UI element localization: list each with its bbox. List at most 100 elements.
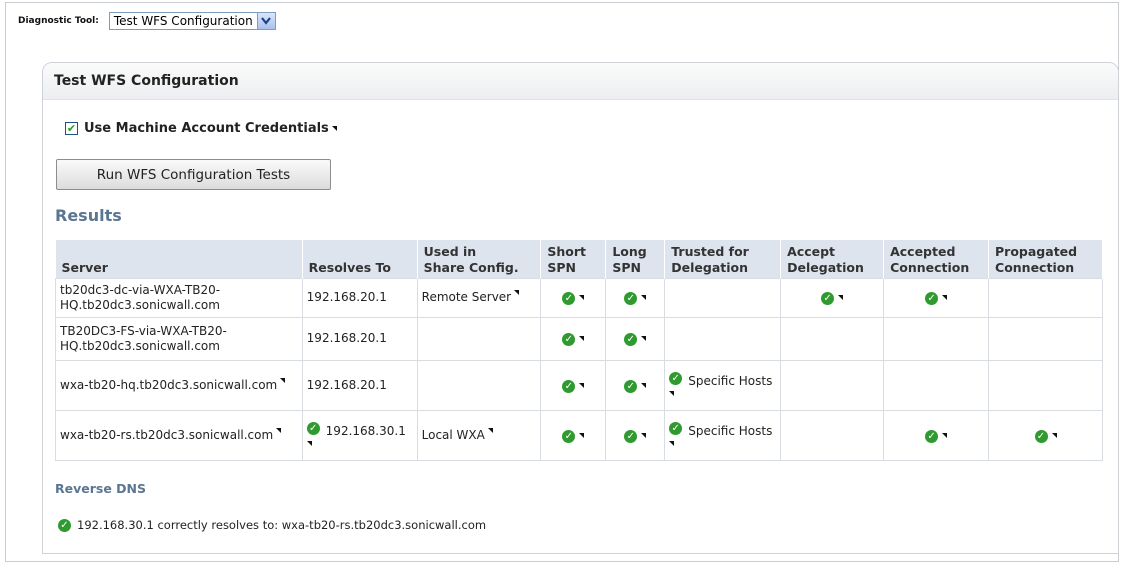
- accept-delegation-cell: [780, 316, 885, 361]
- run-wfs-tests-button[interactable]: Run WFS Configuration Tests: [56, 159, 331, 190]
- table-row: tb20dc3-dc-via-WXA-TB20- HQ.tb20dc3.sonic…: [55, 277, 1103, 318]
- long-spn-cell: ✓: [605, 277, 666, 318]
- propagated-connection-cell: [988, 277, 1103, 318]
- accepted-connection-cell: [883, 359, 990, 411]
- panel-title: Test WFS Configuration: [43, 63, 1118, 100]
- short-spn-cell: ✓: [540, 359, 607, 411]
- col-short-spn: Short SPN: [540, 240, 607, 278]
- check-circle-icon: ✓: [562, 292, 576, 305]
- check-circle-icon: ✓: [624, 379, 638, 393]
- long-spn-cell: ✓: [605, 409, 666, 461]
- propagated-connection-cell: [988, 359, 1103, 411]
- check-circle-icon: ✓: [562, 379, 576, 393]
- server-cell: TB20DC3-FS-via-WXA-TB20- HQ.tb20dc3.sonic…: [55, 316, 303, 361]
- table-header-row: Server Resolves To Used in Share Config. …: [55, 240, 1103, 278]
- accept-delegation-cell: [780, 409, 885, 461]
- tooltip-corner-icon[interactable]: [579, 295, 585, 300]
- table-row: wxa-tb20-hq.tb20dc3.sonicwall.com 192.16…: [55, 359, 1103, 411]
- col-propagated: Propagated Connection: [988, 240, 1103, 278]
- check-circle-icon: ✓: [624, 333, 638, 346]
- results-heading: Results: [55, 206, 122, 225]
- tooltip-corner-icon[interactable]: [838, 295, 844, 300]
- used-cell: [416, 359, 542, 411]
- col-accept: Accept Delegation: [780, 240, 885, 278]
- server-cell: wxa-tb20-rs.tb20dc3.sonicwall.com: [55, 409, 303, 461]
- machine-credentials-checkbox[interactable]: ✔: [65, 122, 78, 135]
- server-cell: wxa-tb20-hq.tb20dc3.sonicwall.com: [55, 359, 303, 411]
- col-long-spn: Long SPN: [605, 240, 666, 278]
- long-spn-cell: ✓: [605, 316, 666, 361]
- accept-delegation-cell: [780, 359, 885, 411]
- short-spn-cell: ✓: [540, 316, 607, 361]
- check-circle-icon: ✓: [58, 518, 71, 532]
- tooltip-corner-icon[interactable]: [641, 382, 647, 388]
- used-cell: [416, 316, 542, 361]
- test-wfs-panel: Test WFS Configuration ✔ Use Machine Acc…: [42, 62, 1119, 554]
- tooltip-corner-icon[interactable]: [942, 432, 948, 438]
- trusted-cell: ✓ Specific Hosts: [664, 359, 782, 411]
- trusted-cell: [664, 277, 782, 318]
- chevron-down-icon[interactable]: [256, 13, 275, 29]
- tooltip-corner-icon[interactable]: [487, 427, 493, 433]
- diagnostic-tool-label: Diagnostic Tool:: [18, 16, 99, 26]
- machine-credentials-label[interactable]: Use Machine Account Credentials: [84, 121, 329, 136]
- diagnostic-tool-row: Diagnostic Tool: Test WFS Configuration: [18, 12, 276, 30]
- col-resolves: Resolves To: [302, 240, 418, 278]
- diagnostic-tool-select[interactable]: Test WFS Configuration: [108, 12, 276, 30]
- check-circle-icon: ✓: [925, 429, 939, 443]
- propagated-connection-cell: [988, 316, 1103, 361]
- trusted-cell: ✓ Specific Hosts: [664, 409, 782, 461]
- server-cell: tb20dc3-dc-via-WXA-TB20- HQ.tb20dc3.sonic…: [55, 277, 303, 318]
- resolves-cell: 192.168.20.1: [301, 277, 418, 318]
- check-circle-icon: ✓: [306, 422, 320, 435]
- table-row: TB20DC3-FS-via-WXA-TB20- HQ.tb20dc3.sonic…: [55, 316, 1103, 361]
- propagated-connection-cell: ✓: [988, 409, 1103, 461]
- resolves-cell: 192.168.20.1: [301, 316, 418, 361]
- check-circle-icon: ✓: [624, 429, 638, 443]
- tooltip-corner-icon[interactable]: [641, 336, 647, 341]
- tooltip-corner-icon[interactable]: [579, 432, 585, 438]
- machine-credentials-row: ✔ Use Machine Account Credentials: [65, 121, 337, 136]
- tooltip-corner-icon[interactable]: [276, 427, 282, 433]
- short-spn-cell: ✓: [540, 277, 607, 318]
- diagnostic-tool-value: Test WFS Configuration: [113, 14, 253, 28]
- check-circle-icon: ✓: [821, 292, 835, 305]
- resolves-cell: ✓ 192.168.30.1: [301, 409, 418, 461]
- tooltip-corner-icon[interactable]: [942, 295, 948, 300]
- check-circle-icon: ✓: [669, 372, 683, 385]
- check-circle-icon: ✓: [925, 292, 939, 305]
- reverse-dns-result: ✓ 192.168.30.1 correctly resolves to: wx…: [58, 518, 486, 532]
- used-cell: Local WXA: [416, 409, 542, 461]
- tooltip-corner-icon[interactable]: [579, 382, 585, 388]
- reverse-dns-heading: Reverse DNS: [55, 481, 147, 496]
- tooltip-corner-icon[interactable]: [514, 290, 520, 295]
- tooltip-corner-icon[interactable]: [579, 336, 585, 341]
- accept-delegation-cell: ✓: [780, 277, 885, 318]
- col-used: Used in Share Config.: [417, 240, 542, 278]
- tooltip-corner-icon[interactable]: [1051, 432, 1057, 438]
- col-trusted: Trusted for Delegation: [664, 240, 782, 278]
- tooltip-corner-icon[interactable]: [669, 441, 675, 446]
- reverse-dns-text: 192.168.30.1 correctly resolves to: wxa-…: [77, 518, 487, 532]
- check-circle-icon: ✓: [1034, 429, 1048, 443]
- tooltip-corner-icon[interactable]: [280, 377, 286, 383]
- accepted-connection-cell: ✓: [883, 277, 990, 318]
- accepted-connection-cell: ✓: [883, 409, 990, 461]
- check-circle-icon: ✓: [669, 422, 683, 435]
- used-cell: Remote Server: [416, 277, 542, 318]
- tooltip-corner-icon[interactable]: [641, 432, 647, 438]
- tooltip-corner-icon[interactable]: [641, 295, 647, 300]
- tooltip-corner-icon[interactable]: [306, 441, 312, 446]
- long-spn-cell: ✓: [605, 359, 666, 411]
- check-circle-icon: ✓: [624, 292, 638, 305]
- col-server: Server: [55, 240, 303, 278]
- results-table: Server Resolves To Used in Share Config. …: [55, 240, 1103, 461]
- accepted-connection-cell: [883, 316, 990, 361]
- resolves-cell: 192.168.20.1: [301, 359, 418, 411]
- col-accepted: Accepted Connection: [883, 240, 990, 278]
- tooltip-corner-icon[interactable]: [669, 391, 675, 396]
- check-circle-icon: ✓: [562, 429, 576, 443]
- short-spn-cell: ✓: [540, 409, 607, 461]
- table-row: wxa-tb20-rs.tb20dc3.sonicwall.com ✓ 192.1…: [55, 409, 1103, 461]
- tooltip-corner-icon[interactable]: [331, 126, 337, 131]
